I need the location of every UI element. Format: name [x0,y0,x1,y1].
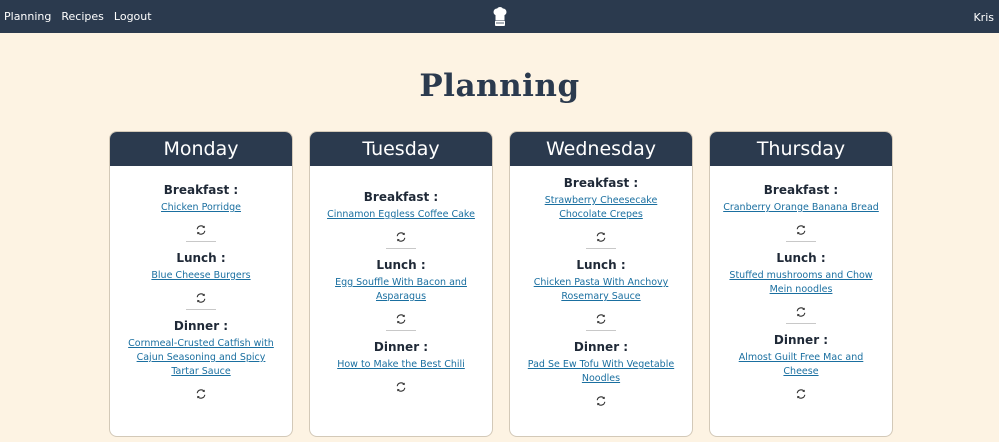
meal-slot: Lunch : Blue Cheese Burgers [118,251,284,303]
meal-divider [786,323,816,324]
top-navbar: Planning Recipes Logout Kris [0,0,999,33]
refresh-icon[interactable] [395,228,407,242]
refresh-icon[interactable] [595,392,607,406]
meal-label: Dinner : [773,333,829,347]
meal-divider [586,248,616,249]
nav-links: Planning Recipes Logout [0,10,152,23]
recipe-link[interactable]: How to Make the Best Chili [333,358,469,372]
meal-slot: Lunch : Egg Souffle With Bacon and Aspara… [318,258,484,324]
day-card-body: Breakfast : Strawberry Cheesecake Chocola… [510,166,692,436]
recipe-link[interactable]: Cranberry Orange Banana Bread [719,201,883,215]
meal-label: Dinner : [173,319,229,333]
meal-slot: Breakfast : Strawberry Cheesecake Chocola… [518,176,684,242]
user-name[interactable]: Kris [973,11,994,24]
day-card-body: Breakfast : Cranberry Orange Banana Bread… [710,166,892,436]
page-title: Planning [419,68,580,104]
meal-divider [786,241,816,242]
chef-hat-icon[interactable] [492,7,508,27]
meal-label: Lunch : [776,251,826,265]
refresh-icon[interactable] [595,228,607,242]
meal-slot: Breakfast : Cranberry Orange Banana Bread [718,183,884,235]
meal-slot: Lunch : Stuffed mushrooms and Chow Mein n… [718,251,884,317]
meal-label: Lunch : [176,251,226,265]
refresh-icon[interactable] [795,221,807,235]
meal-divider [386,330,416,331]
recipe-link[interactable]: Chicken Porridge [157,201,245,215]
day-card-monday: Monday Breakfast : Chicken Porridge Lunch :… [109,131,293,437]
day-card-tuesday: Tuesday Breakfast : Cinnamon Eggless Coffe… [309,131,493,437]
meal-slot: Breakfast : Cinnamon Eggless Coffee Cake [318,190,484,242]
recipe-link[interactable]: Blue Cheese Burgers [147,269,254,283]
recipe-link[interactable]: Chicken Pasta With Anchovy Rosemary Sauc… [518,276,684,304]
meal-slot: Dinner : Cornmeal-Crusted Catfish with Ca… [118,319,284,399]
nav-logout-link[interactable]: Logout [114,10,152,23]
meal-label: Lunch : [376,258,426,272]
meal-label: Breakfast : [763,183,839,197]
recipe-link[interactable]: Almost Guilt Free Mac and Cheese [718,351,884,379]
refresh-icon[interactable] [595,310,607,324]
meal-slot: Dinner : Almost Guilt Free Mac and Cheese [718,333,884,399]
recipe-link[interactable]: Strawberry Cheesecake Chocolate Crepes [518,194,684,222]
meal-label: Breakfast : [563,176,639,190]
refresh-icon[interactable] [395,378,407,392]
meal-label: Lunch : [576,258,626,272]
refresh-icon[interactable] [195,289,207,303]
meal-slot: Lunch : Chicken Pasta With Anchovy Rosema… [518,258,684,324]
meal-divider [586,330,616,331]
meal-divider [186,241,216,242]
meal-label: Breakfast : [363,190,439,204]
refresh-icon[interactable] [395,310,407,324]
refresh-icon[interactable] [195,221,207,235]
day-card-body: Breakfast : Cinnamon Eggless Coffee Cake L… [310,166,492,436]
meal-slot: Dinner : How to Make the Best Chili [318,340,484,392]
meal-label: Dinner : [373,340,429,354]
day-card-thursday: Thursday Breakfast : Cranberry Orange Bana… [709,131,893,437]
day-card-title: Monday [110,132,292,166]
day-card-title: Thursday [710,132,892,166]
day-card-body: Breakfast : Chicken Porridge Lunch : Blue C… [110,166,292,436]
refresh-icon[interactable] [195,385,207,399]
meal-slot: Breakfast : Chicken Porridge [118,183,284,235]
meal-label: Breakfast : [163,183,239,197]
nav-planning-link[interactable]: Planning [4,10,51,23]
day-cards: Monday Breakfast : Chicken Porridge Lunch :… [109,131,893,437]
recipe-link[interactable]: Cornmeal-Crusted Catfish with Cajun Seas… [118,337,284,379]
meal-slot: Dinner : Pad Se Ew Tofu With Vegetable No… [518,340,684,406]
recipe-link[interactable]: Stuffed mushrooms and Chow Mein noodles [718,269,884,297]
recipe-link[interactable]: Pad Se Ew Tofu With Vegetable Noodles [518,358,684,386]
refresh-icon[interactable] [795,385,807,399]
day-card-title: Wednesday [510,132,692,166]
refresh-icon[interactable] [795,303,807,317]
meal-divider [386,248,416,249]
meal-label: Dinner : [573,340,629,354]
recipe-link[interactable]: Egg Souffle With Bacon and Asparagus [318,276,484,304]
day-card-title: Tuesday [310,132,492,166]
recipe-link[interactable]: Cinnamon Eggless Coffee Cake [323,208,479,222]
nav-recipes-link[interactable]: Recipes [61,10,104,23]
day-card-wednesday: Wednesday Breakfast : Strawberry Cheesecak… [509,131,693,437]
meal-divider [186,309,216,310]
